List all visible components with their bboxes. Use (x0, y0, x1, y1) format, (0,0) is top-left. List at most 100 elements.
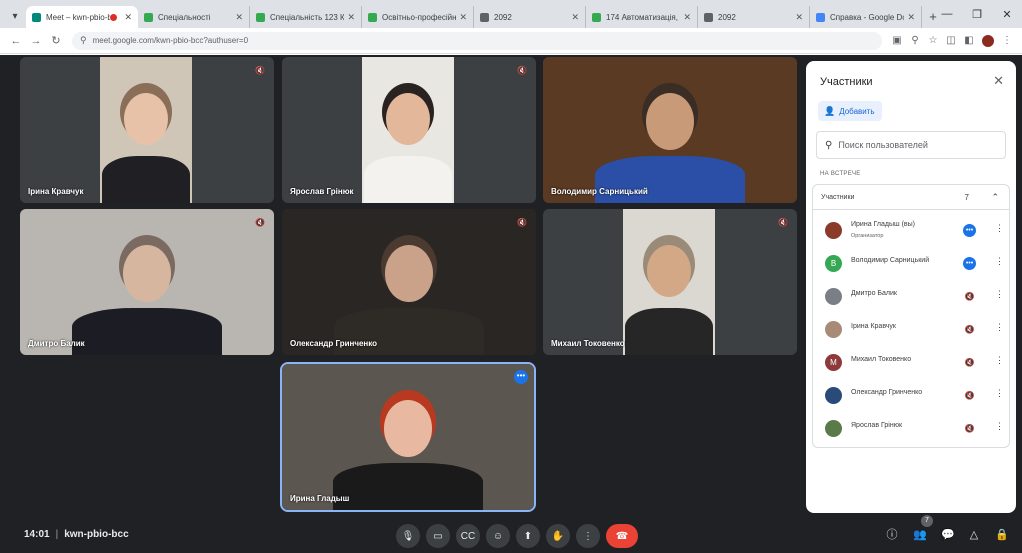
participant-name: Дмитро Балик (851, 290, 897, 297)
reload-icon[interactable]: ↻ (46, 34, 66, 47)
present-screen-icon[interactable]: ⬆ (516, 524, 540, 548)
minimize-icon[interactable]: — (932, 0, 962, 28)
participants-group-header[interactable]: Участники 7 ⌃ (812, 184, 1010, 210)
avatar: В (825, 255, 842, 272)
captions-icon[interactable]: CC (456, 524, 480, 548)
participant-more-icon[interactable]: ⋮ (995, 421, 1004, 432)
bookmark-star-icon[interactable]: ☆ (924, 35, 942, 46)
sidepanel-icon[interactable]: ◧ (960, 35, 978, 46)
meeting-info: 14:01 | kwn-pbio-bcc (24, 529, 129, 540)
participant-more-icon[interactable]: ⋮ (995, 256, 1004, 267)
browser-menu-icon[interactable]: ⋮ (998, 35, 1016, 46)
meeting-details-icon[interactable]: ⓘ (884, 527, 900, 543)
browser-tab[interactable]: Meet – kwn-pbio-bcc ✕ (26, 6, 138, 28)
chat-icon[interactable]: 💬 (940, 527, 956, 543)
tab-title: Освітньо-професійна п (382, 12, 457, 22)
muted-mic-icon[interactable]: 🔇 (963, 389, 976, 402)
participant-name: Михаил Токовенко (851, 356, 912, 363)
participant-row[interactable]: Ірина Кравчук 🔇 ⋮ (813, 315, 1011, 345)
tab-favicon-icon (144, 12, 153, 22)
muted-mic-icon[interactable]: 🔇 (963, 290, 976, 303)
tab-favicon-icon (704, 12, 713, 22)
close-window-icon[interactable]: ✕ (992, 0, 1022, 28)
zoom-icon[interactable]: ⚲ (906, 35, 924, 46)
participant-body (333, 463, 483, 510)
address-bar: ← → ↻ ⚲ meet.google.com/kwn-pbio-bcc?aut… (0, 28, 1022, 54)
url-text: meet.google.com/kwn-pbio-bcc?authuser=0 (92, 36, 249, 45)
participant-row[interactable]: Олександр Гринченко 🔇 ⋮ (813, 381, 1011, 411)
forward-icon[interactable]: → (26, 35, 46, 47)
close-tab-icon[interactable]: ✕ (907, 12, 915, 23)
raise-hand-icon[interactable]: ✋ (546, 524, 570, 548)
participant-more-icon[interactable]: ⋮ (995, 289, 1004, 300)
close-tab-icon[interactable]: ✕ (683, 12, 691, 23)
browser-tab[interactable]: Спеціальність 123 Комп✕ (250, 6, 362, 28)
microphone-icon[interactable]: 🎙 (396, 524, 420, 548)
browser-tab[interactable]: Освітньо-професійна п✕ (362, 6, 474, 28)
close-tab-icon[interactable]: ✕ (347, 12, 355, 23)
participant-video-tile[interactable]: Ярослав Грінюк 🔇 (282, 57, 536, 203)
site-info-icon[interactable]: ⚲ (80, 35, 87, 46)
participant-row[interactable]: Ярослав Грінюк 🔇 ⋮ (813, 414, 1011, 444)
tab-title: 174 Автоматизація, комп (606, 12, 680, 22)
more-options-icon[interactable]: ⋮ (576, 524, 600, 548)
browser-tab[interactable]: 174 Автоматизація, комп✕ (586, 6, 698, 28)
search-participants-input[interactable]: ⚲ Поиск пользователей (816, 131, 1006, 159)
extensions-icon[interactable]: ◫ (942, 35, 960, 46)
url-field[interactable]: ⚲ meet.google.com/kwn-pbio-bcc?authuser=… (72, 31, 882, 50)
participant-more-icon[interactable]: ⋮ (995, 388, 1004, 399)
participant-more-icon[interactable]: ⋮ (995, 223, 1004, 234)
muted-mic-icon: 🔇 (255, 218, 265, 227)
tile-options-icon[interactable]: ••• (514, 370, 528, 384)
tab-title: Спеціальність 123 Комп (270, 12, 345, 22)
participant-face (123, 93, 169, 146)
participant-row[interactable]: В Володимир Сарницький ••• ⋮ (813, 249, 1011, 279)
muted-mic-icon[interactable]: 🔇 (963, 323, 976, 336)
close-tab-icon[interactable]: ✕ (571, 12, 579, 23)
muted-mic-icon: 🔇 (778, 218, 788, 227)
close-tab-icon[interactable]: ✕ (459, 12, 467, 23)
participant-name-label: Ярослав Грінюк (290, 187, 354, 196)
participant-row[interactable]: Ирина Гладыш (вы) Организатор ••• ⋮ (813, 216, 1011, 246)
camera-icon[interactable]: ▭ (426, 524, 450, 548)
leave-call-button[interactable]: ☎ (606, 524, 638, 548)
participant-video-tile[interactable]: Ірина Кравчук 🔇 (20, 57, 274, 203)
browser-tab[interactable]: 2092 ✕ (698, 6, 810, 28)
muted-mic-icon[interactable]: 🔇 (963, 356, 976, 369)
search-placeholder: Поиск пользователей (838, 140, 928, 150)
participant-video-tile[interactable]: Олександр Гринченко 🔇 (282, 209, 536, 355)
browser-tab[interactable]: Спеціальності ✕ (138, 6, 250, 28)
close-panel-icon[interactable]: ✕ (993, 73, 1004, 89)
camera-permission-icon[interactable]: ▣ (888, 35, 906, 46)
host-controls-icon[interactable]: 🔒 (994, 527, 1010, 543)
close-tab-icon[interactable]: ✕ (235, 12, 243, 23)
participant-body (102, 156, 190, 203)
people-icon[interactable]: 👥 (912, 527, 928, 543)
tab-title: Справка - Google Docs (830, 12, 904, 22)
close-tab-icon[interactable]: ✕ (124, 12, 132, 23)
participant-row[interactable]: М Михаил Токовенко 🔇 ⋮ (813, 348, 1011, 378)
participant-more-icon[interactable]: ⋮ (995, 355, 1004, 366)
browser-tab[interactable]: 2092 ✕ (474, 6, 586, 28)
participant-video-tile[interactable]: Ирина Гладыш ••• (280, 362, 536, 512)
participant-video-tile[interactable]: Володимир Сарницький (543, 57, 797, 203)
participant-row[interactable]: Дмитро Балик 🔇 ⋮ (813, 282, 1011, 312)
browser-tab[interactable]: Справка - Google Docs✕ (810, 6, 922, 28)
tab-list: Meet – kwn-pbio-bcc✕Спеціальності✕Спеціа… (26, 6, 922, 28)
participant-video-tile[interactable]: Дмитро Балик 🔇 (20, 209, 274, 355)
participant-name: Олександр Гринченко (851, 389, 923, 396)
participant-more-icon[interactable]: ⋮ (995, 322, 1004, 333)
participant-name: Ірина Кравчук (851, 323, 896, 330)
chevron-up-icon[interactable]: ⌃ (991, 192, 999, 203)
tab-title: 2092 (494, 12, 512, 22)
muted-mic-icon[interactable]: 🔇 (963, 422, 976, 435)
activities-icon[interactable]: △ (966, 527, 982, 543)
add-people-button[interactable]: 👤 Добавить (818, 101, 882, 121)
profile-avatar[interactable] (982, 34, 994, 47)
maximize-icon[interactable]: ❐ (962, 0, 992, 28)
close-tab-icon[interactable]: ✕ (795, 12, 803, 23)
participant-video-tile[interactable]: Михаил Токовенко 🔇 (543, 209, 797, 355)
emoji-icon[interactable]: ☺ (486, 524, 510, 548)
tab-search-icon[interactable]: ▾ (4, 4, 26, 28)
back-icon[interactable]: ← (6, 35, 26, 47)
